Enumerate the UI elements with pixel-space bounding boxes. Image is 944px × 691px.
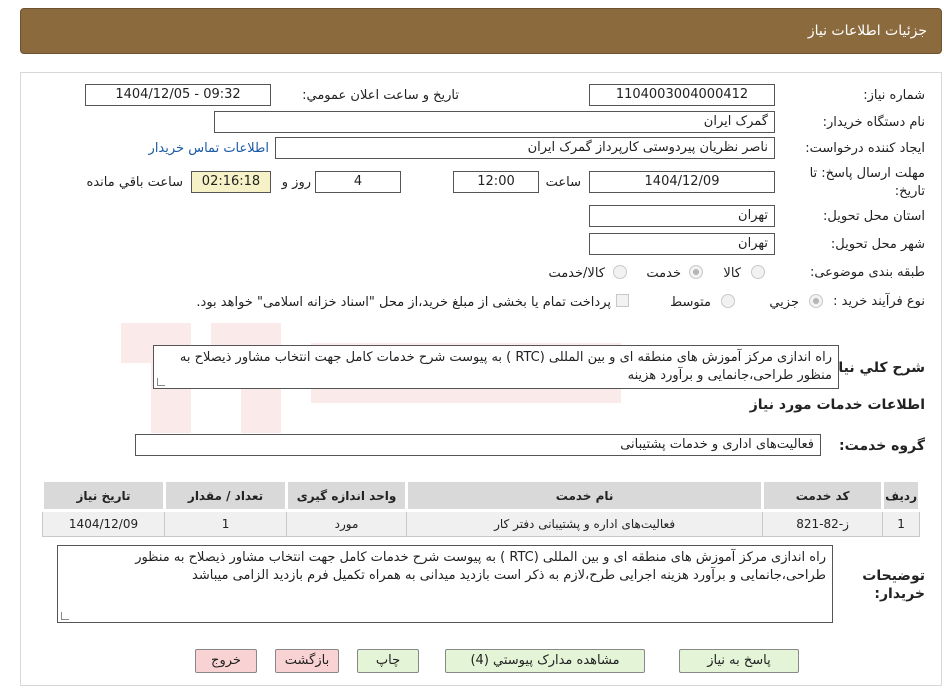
service-group-label: گروه خدمت:: [839, 438, 925, 454]
back-button[interactable]: بازگشت: [275, 649, 339, 673]
deadline-time-label: ساعت: [545, 175, 581, 190]
category-label: طبقه بندی موضوعی:: [809, 265, 925, 280]
resize-handle-icon[interactable]: [61, 612, 69, 620]
purchase-option-medium: متوسط: [670, 295, 711, 310]
table-header-row: رديف کد خدمت نام خدمت واحد اندازه گیری ت…: [40, 479, 921, 512]
col-unit: واحد اندازه گیری: [285, 479, 409, 512]
buyer-notes-label-2: خريدار:: [874, 586, 925, 602]
cell-row: 1: [882, 510, 920, 537]
buyer-org-label: نام دستگاه خريدار:: [822, 115, 925, 130]
deadline-date-field: 1404/12/09: [589, 171, 775, 193]
purchase-radio-medium[interactable]: [721, 294, 735, 308]
days-label: روز و: [281, 175, 311, 190]
cell-unit: مورد: [286, 510, 408, 537]
buyer-notes-label: توضيحات: [862, 568, 925, 584]
category-option-goods: كالا: [723, 266, 741, 281]
purchase-type-label: نوع فرآيند خريد :: [833, 294, 925, 309]
category-option-goods-service: كالا/خدمت: [548, 266, 605, 281]
category-radio-goods[interactable]: [751, 265, 765, 279]
remaining-time-field: 02:16:18: [191, 171, 271, 193]
page-title: جزئیات اطلاعات نیاز: [807, 23, 927, 39]
need-number-label: شماره نیاز:: [863, 88, 925, 103]
announce-datetime-field: 1404/12/05 - 09:32: [85, 84, 271, 106]
remaining-label: ساعت باقي مانده: [86, 175, 183, 190]
general-desc-text: راه اندازی مرکز آموزش های منطقه ای و بین…: [179, 350, 832, 383]
table-row: 1 ز-82-821 فعالیت‌های اداره و پشتیبانی د…: [41, 510, 920, 537]
page-header: جزئیات اطلاعات نیاز: [20, 8, 942, 54]
cell-service-code: ز-82-821: [762, 510, 884, 537]
deadline-label: مهلت ارسال پاسخ: تا: [809, 166, 925, 181]
resize-handle-icon[interactable]: [157, 378, 165, 386]
buyer-notes-text: راه اندازی مرکز آموزش های منطقه ای و بین…: [135, 550, 826, 583]
col-row: رديف: [881, 479, 921, 512]
col-need-date: تاريخ نياز: [40, 479, 167, 512]
cell-need-date: 1404/12/09: [41, 510, 166, 537]
city-label: شهر محل تحویل:: [830, 237, 925, 252]
cell-service-name: فعالیت‌های اداره و پشتیبانی دفتر کار: [406, 510, 764, 537]
need-number-field: 1104003004000412: [589, 84, 775, 106]
announce-datetime-label: تاريخ و ساعت اعلان عمومي:: [302, 88, 459, 103]
cell-quantity: 1: [164, 510, 288, 537]
category-radio-goods-service[interactable]: [613, 265, 627, 279]
col-service-name: نام خدمت: [405, 479, 765, 512]
buyer-org-field: گمرک ایران: [214, 111, 775, 133]
province-field: تهران: [589, 205, 775, 227]
category-radio-service[interactable]: [689, 265, 703, 279]
service-group-field: فعالیت‌های اداری و خدمات پشتیبانی: [135, 434, 821, 456]
category-option-service: خدمت: [646, 266, 681, 281]
buyer-notes-textarea[interactable]: راه اندازی مرکز آموزش های منطقه ای و بین…: [57, 545, 833, 623]
province-label: استان محل تحویل:: [823, 209, 925, 224]
deadline-days-field: 4: [315, 171, 401, 193]
general-desc-label: شرح كلي نياز:: [824, 360, 925, 376]
purchase-radio-minor[interactable]: [809, 294, 823, 308]
deadline-time-field: 12:00: [453, 171, 539, 193]
services-table: رديف کد خدمت نام خدمت واحد اندازه گیری ت…: [40, 479, 921, 537]
services-section-title: اطلاعات خدمات مورد نياز: [749, 397, 925, 413]
general-desc-textarea[interactable]: راه اندازی مرکز آموزش های منطقه ای و بین…: [153, 345, 839, 389]
buyer-contact-link[interactable]: اطلاعات تماس خريدار: [149, 141, 269, 156]
view-attachments-button[interactable]: مشاهده مدارک پيوستي (4): [445, 649, 645, 673]
col-quantity: تعداد / مقدار: [163, 479, 289, 512]
deadline-label-date: تاريخ:: [894, 184, 925, 199]
exit-button[interactable]: خروج: [195, 649, 257, 673]
print-button[interactable]: چاپ: [357, 649, 419, 673]
col-service-code: کد خدمت: [761, 479, 885, 512]
reply-button[interactable]: پاسخ به نياز: [679, 649, 799, 673]
treasury-note: پرداخت تمام یا بخشی از مبلغ خرید،از محل …: [196, 295, 611, 310]
purchase-option-minor: جزيي: [769, 295, 799, 310]
treasury-checkbox[interactable]: [616, 294, 629, 307]
requester-label: ايجاد کننده درخواست:: [805, 141, 925, 156]
city-field: تهران: [589, 233, 775, 255]
details-panel: شماره نیاز: 1104003004000412 تاريخ و ساع…: [20, 72, 942, 686]
requester-field: ناصر نظریان پیردوستی کارپرداز گمرک ایران: [275, 137, 775, 159]
